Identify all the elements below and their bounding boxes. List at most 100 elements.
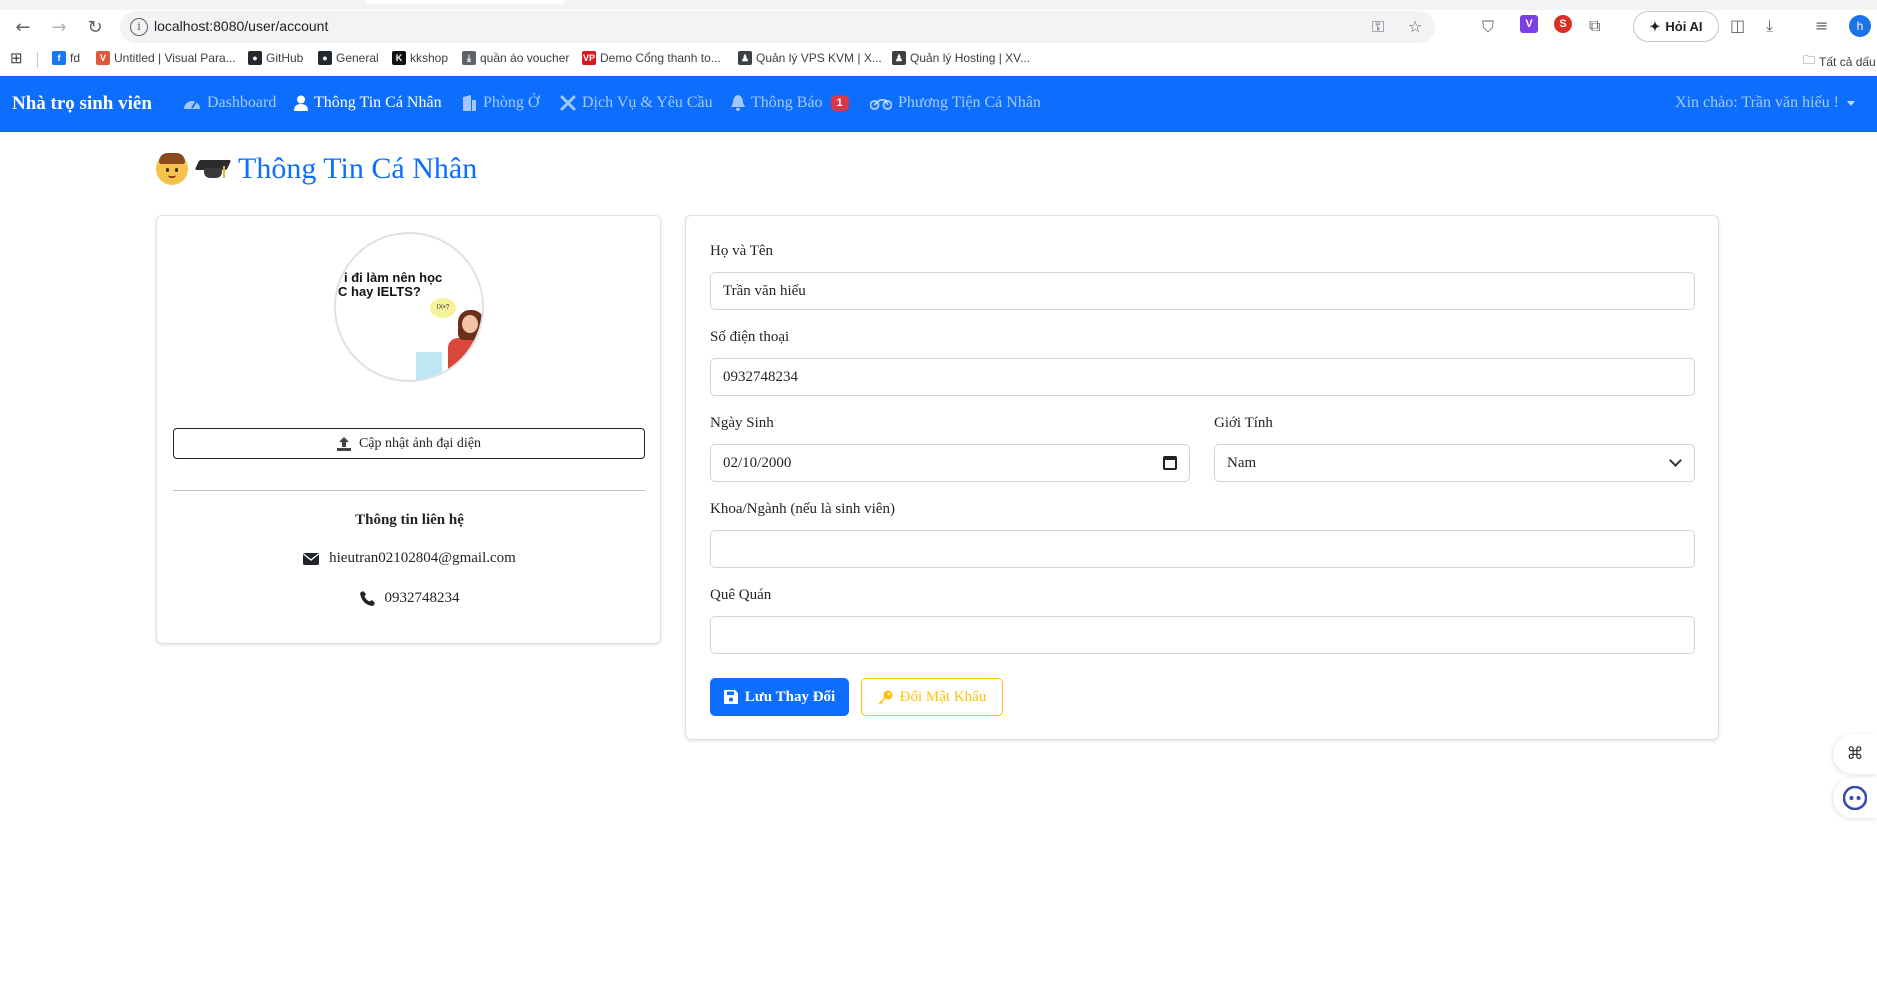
download-icon[interactable]: ⤓ — [1766, 16, 1773, 36]
nav-profile[interactable]: Thông Tin Cá Nhân — [294, 94, 442, 112]
navbar-brand[interactable]: Nhà trọ sinh viên — [12, 93, 152, 115]
phone-icon — [359, 591, 375, 606]
nav-rooms-label: Phòng Ở — [483, 94, 540, 111]
bookmark-item[interactable]: ♟ Quản lý VPS KVM | X... — [738, 51, 882, 65]
site-info-icon[interactable]: i — [130, 18, 148, 36]
bookmark-star-icon[interactable]: ☆ — [1408, 17, 1422, 36]
bookmark-item[interactable]: ⤓ quần áo voucher — [462, 51, 569, 65]
dob-value: 02/10/2000 — [723, 454, 792, 471]
envelope-icon — [303, 552, 320, 565]
bell-icon — [731, 95, 745, 111]
nav-vehicles[interactable]: Phương Tiện Cá Nhân — [870, 94, 1041, 112]
browser-toolbar: ← → ↻ i localhost:8080/user/account ☆ ⚿ … — [0, 0, 1877, 44]
github-icon: ● — [318, 51, 332, 65]
all-bookmarks[interactable]: 🗀 Tất cả dấu — [1803, 51, 1876, 72]
upload-avatar-button[interactable]: Cập nhật ảnh đại diện — [173, 428, 645, 459]
url-text[interactable]: localhost:8080/user/account — [154, 18, 328, 34]
reload-icon[interactable]: ↻ — [82, 14, 108, 40]
page-title-text: Thông Tin Cá Nhân — [238, 152, 478, 185]
phone-label: Số điện thoại — [710, 329, 790, 345]
user-icon: ♟ — [892, 51, 906, 65]
tools-icon — [560, 95, 576, 111]
back-icon[interactable]: ← — [10, 14, 36, 40]
bookmark-label: Quản lý VPS KVM | X... — [756, 51, 882, 65]
nav-dashboard-label: Dashboard — [207, 94, 277, 111]
dashboard-icon — [184, 101, 200, 109]
gender-value: Nam — [1227, 454, 1257, 471]
building-icon — [463, 95, 476, 111]
bookmark-item[interactable]: V Untitled | Visual Para... — [96, 51, 236, 65]
fullname-value: Trần văn hiếu — [723, 282, 806, 299]
profile-card: i đi làm nên học C hay IELTS? IX•? Cập n… — [156, 215, 661, 644]
ask-ai-button[interactable]: ✦ Hỏi AI — [1633, 11, 1719, 42]
avatar-person-illustration — [448, 338, 482, 378]
bookmark-item[interactable]: ● General — [318, 51, 379, 65]
dob-input[interactable]: 02/10/2000 — [710, 444, 1190, 482]
github-icon: ● — [248, 51, 262, 65]
bookmark-label: Quản lý Hosting | XV... — [910, 51, 1031, 65]
bookmark-item[interactable]: VP Demo Cổng thanh to... — [582, 51, 721, 65]
contact-phone-text: 0932748234 — [384, 590, 460, 606]
calendar-icon[interactable] — [1163, 456, 1177, 470]
assistant-widget[interactable] — [1833, 778, 1877, 818]
avatar-speech-bubble: IX•? — [430, 298, 456, 318]
bookmarks-bar: ⊞ f fd V Untitled | Visual Para... ● GitHub ● G… — [0, 44, 1877, 74]
hometown-input[interactable] — [710, 616, 1695, 654]
nav-services-label: Dịch Vụ & Yêu Cầu — [582, 94, 713, 111]
nav-notifications[interactable]: Thông Báo 1 — [731, 94, 849, 112]
app-navbar: Nhà trọ sinh viên Dashboard Thông Tin Cá… — [0, 76, 1877, 132]
faculty-input[interactable] — [710, 530, 1695, 568]
bookmark-label: GitHub — [266, 51, 304, 65]
apps-grid-icon[interactable]: ⊞ — [10, 49, 23, 67]
bookmark-item[interactable]: ● GitHub — [248, 51, 303, 65]
tab-strip — [0, 0, 1877, 10]
active-tab-edge[interactable] — [365, 0, 565, 4]
user-greeting: Xin chào: Trần văn hiếu ! — [1675, 94, 1839, 111]
nav-dashboard[interactable]: Dashboard — [183, 94, 276, 112]
avatar-person-face — [462, 315, 478, 333]
key-icon — [878, 690, 893, 704]
bookmark-item[interactable]: ♟ Quản lý Hosting | XV... — [892, 51, 1030, 65]
divider — [173, 490, 645, 491]
quick-actions-widget[interactable]: ⌘ — [1833, 734, 1877, 774]
page-title: Thông Tin Cá Nhân — [156, 152, 477, 186]
password-key-icon[interactable]: ⚿ — [1372, 17, 1384, 37]
nav-rooms[interactable]: Phòng Ở — [461, 94, 539, 112]
bookmark-item[interactable]: Kkkshop — [392, 51, 448, 65]
forward-icon[interactable]: → — [46, 14, 72, 40]
split-view-icon[interactable]: ◫ — [1730, 16, 1745, 35]
upload-icon — [336, 436, 351, 451]
user-dropdown[interactable]: Xin chào: Trần văn hiếu ! — [1675, 94, 1855, 112]
fullname-input[interactable]: Trần văn hiếu — [710, 272, 1695, 310]
nav-notifications-label: Thông Báo — [751, 94, 823, 111]
profile-avatar[interactable]: h — [1849, 15, 1871, 37]
contact-email: hieutran02102804@gmail.com — [157, 550, 662, 567]
sparkle-icon: ✦ — [1649, 18, 1661, 34]
ask-ai-label: Hỏi AI — [1665, 19, 1703, 34]
extension-s-icon[interactable]: S — [1554, 15, 1572, 33]
avatar-caption-line2: C hay IELTS? — [338, 284, 421, 299]
bookmark-label: quần áo voucher — [480, 51, 570, 65]
save-button[interactable]: Lưu Thay Đổi — [710, 678, 849, 716]
phone-input[interactable]: 0932748234 — [710, 358, 1695, 396]
reading-list-icon[interactable]: ≡ — [1815, 16, 1828, 35]
nav-services[interactable]: Dịch Vụ & Yêu Cầu — [560, 94, 713, 112]
user-icon: ♟ — [738, 51, 752, 65]
extension-v-icon[interactable]: V — [1520, 15, 1538, 33]
bookmark-item[interactable]: f fd — [52, 51, 80, 65]
bookmark-separator — [37, 52, 38, 68]
extensions-puzzle-icon[interactable]: ⧉ — [1589, 16, 1600, 36]
address-bar[interactable]: i localhost:8080/user/account ☆ ⚿ — [120, 11, 1435, 43]
nav-vehicles-label: Phương Tiện Cá Nhân — [898, 94, 1041, 111]
motorcycle-icon — [870, 99, 892, 110]
kkshop-icon: K — [392, 51, 406, 65]
facebook-icon: f — [52, 51, 66, 65]
contact-title: Thông tin liên hệ — [355, 512, 464, 528]
student-face-icon — [156, 153, 188, 185]
command-icon: ⌘ — [1846, 744, 1864, 764]
shield-extension-icon[interactable]: ⛉ — [1482, 17, 1494, 37]
bookmark-label: General — [336, 51, 379, 65]
change-password-button[interactable]: Đổi Mật Khẩu — [861, 678, 1003, 716]
gender-select[interactable]: Nam — [1214, 444, 1695, 482]
visual-paradigm-icon: V — [96, 51, 110, 65]
